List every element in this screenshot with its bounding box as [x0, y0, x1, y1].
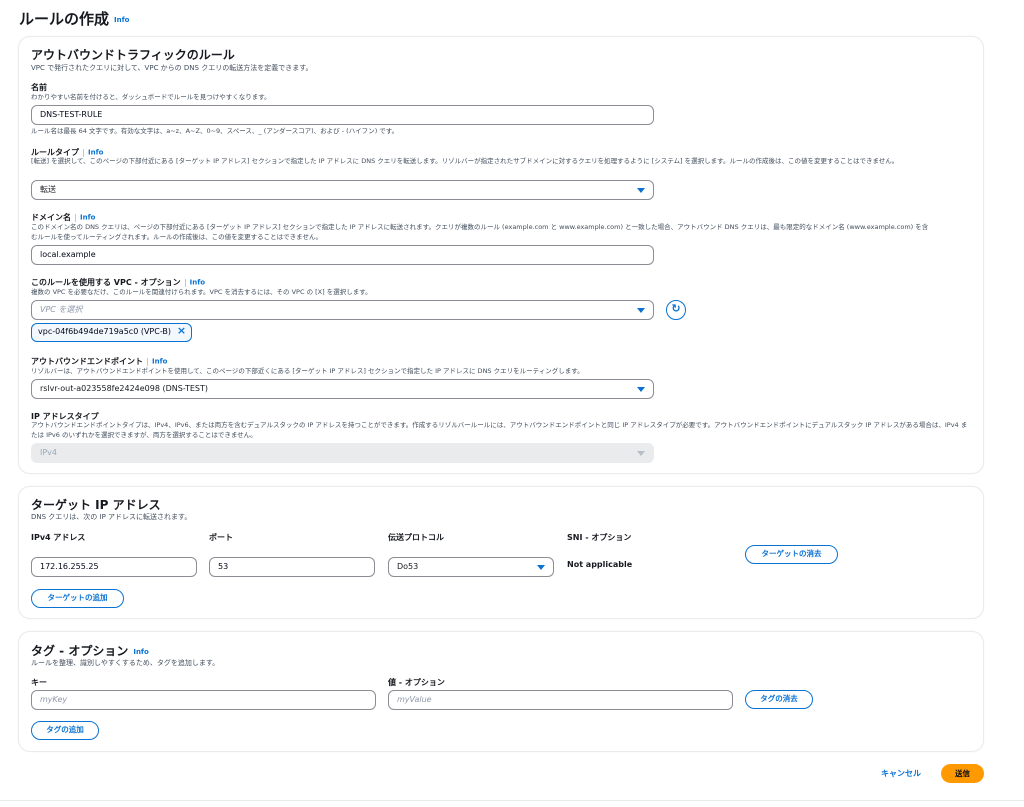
domain-info-link[interactable]: Info [80, 214, 95, 222]
endpoint-label: アウトバウンドエンドポイント Info [31, 356, 167, 367]
vpc-info-link[interactable]: Info [190, 279, 205, 287]
endpoint-info-link[interactable]: Info [152, 358, 167, 366]
submit-button[interactable]: 送信 [941, 764, 984, 783]
vpc-token-label: vpc-04f6b494de719a5c0 (VPC-B) [38, 327, 172, 336]
vpc-label-text: このルールを使用する VPC - オプション [31, 278, 181, 287]
close-icon[interactable]: × [177, 323, 186, 339]
tags-title-text: タグ - オプション [31, 644, 129, 658]
caret-down-icon [637, 308, 645, 313]
tag-key-input[interactable]: myKey [31, 690, 376, 710]
sni-column-header: SNI - オプション [567, 533, 632, 542]
tag-key-label: キー [31, 678, 47, 687]
target-section-description: DNS クエリは、次の IP アドレスに転送されます。 [31, 513, 192, 521]
tag-value-label: 値 - オプション [388, 678, 445, 687]
rule-type-info-link[interactable]: Info [88, 149, 103, 157]
remove-target-button[interactable]: ターゲットの消去 [745, 545, 838, 564]
vpc-token: vpc-04f6b494de719a5c0 (VPC-B) × [31, 323, 193, 342]
sni-value: Not applicable [567, 560, 633, 569]
outbound-section-description: VPC で発行されたクエリに対して、VPC からの DNS クエリの転送方法を定… [31, 64, 313, 72]
ipv4-input[interactable]: 172.16.255.25 [31, 557, 197, 577]
vpc-select[interactable]: VPC を選択 [31, 300, 654, 320]
caret-down-icon [637, 387, 645, 392]
caret-down-icon [637, 188, 645, 193]
vpc-label: このルールを使用する VPC - オプション Info [31, 277, 205, 288]
caret-down-icon [537, 565, 545, 570]
name-input[interactable]: DNS-TEST-RULE [31, 105, 654, 125]
ip-type-select: IPv4 [31, 443, 654, 463]
tags-section-title: タグ - オプション Info [31, 642, 149, 659]
domain-label-text: ドメイン名 [31, 213, 71, 222]
tags-section-description: ルールを整理、識別しやすくするため、タグを追加します。 [31, 659, 220, 667]
add-tag-button[interactable]: タグの追加 [31, 721, 99, 740]
tags-info-link[interactable]: Info [133, 648, 148, 656]
rule-type-label-text: ルールタイプ [31, 148, 79, 157]
domain-hint: このドメイン名の DNS クエリは、ページの下部付近にある [ターゲット IP … [31, 223, 929, 241]
ip-type-value: IPv4 [40, 448, 58, 457]
endpoint-value: rslvr-out-a023558fe2424e098 (DNS-TEST) [40, 384, 209, 393]
endpoint-hint: リゾルバーは、アウトバウンドエンドポイントを使用して、このページの下部近くにある… [31, 367, 584, 375]
target-section-title: ターゲット IP アドレス [31, 498, 161, 512]
domain-label: ドメイン名 Info [31, 212, 95, 223]
caret-down-icon [637, 451, 645, 456]
refresh-icon[interactable]: ↻ [666, 300, 686, 320]
add-target-button[interactable]: ターゲットの追加 [31, 589, 124, 608]
port-column-header: ポート [209, 533, 233, 542]
ip-type-hint: アウトバウンドエンドポイントタイプは、IPv4、IPv6、または両方を含むデュア… [31, 421, 968, 439]
port-input[interactable]: 53 [209, 557, 375, 577]
protocol-column-header: 伝送プロトコル [388, 533, 444, 542]
page-title: ルールの作成 Info [19, 8, 129, 29]
name-constraint: ルール名は最長 64 文字です。有効な文字は、a~z、A~Z、0~9、スペース、… [31, 127, 399, 135]
rule-type-value: 転送 [40, 185, 56, 194]
outbound-section-title: アウトバウンドトラフィックのルール [31, 48, 235, 62]
divider [0, 800, 1024, 801]
tag-value-input[interactable]: myValue [388, 690, 733, 710]
cancel-button[interactable]: キャンセル [881, 768, 921, 779]
endpoint-select[interactable]: rslvr-out-a023558fe2424e098 (DNS-TEST) [31, 379, 654, 399]
ipv4-column-header: IPv4 アドレス [31, 533, 86, 542]
target-ip-panel [18, 486, 984, 619]
info-link[interactable]: Info [114, 16, 129, 24]
name-label: 名前 [31, 83, 47, 92]
remove-tag-button[interactable]: タグの消去 [745, 690, 813, 709]
name-hint: わかりやすい名前を付けると、ダッシュボードでルールを見つけやすくなります。 [31, 93, 271, 101]
domain-input[interactable]: local.example [31, 245, 654, 265]
protocol-value: Do53 [397, 562, 419, 571]
rule-type-select[interactable]: 転送 [31, 180, 654, 200]
endpoint-label-text: アウトバウンドエンドポイント [31, 357, 143, 366]
protocol-select[interactable]: Do53 [388, 557, 554, 577]
page-title-text: ルールの作成 [19, 10, 110, 28]
vpc-hint: 複数の VPC を必要なだけ、このルールを関連付けられます。VPC を消去するに… [31, 288, 372, 296]
rule-type-hint: [転送] を選択して、このページの下部付近にある [ターゲット IP アドレス]… [31, 157, 899, 165]
vpc-placeholder: VPC を選択 [40, 305, 83, 314]
